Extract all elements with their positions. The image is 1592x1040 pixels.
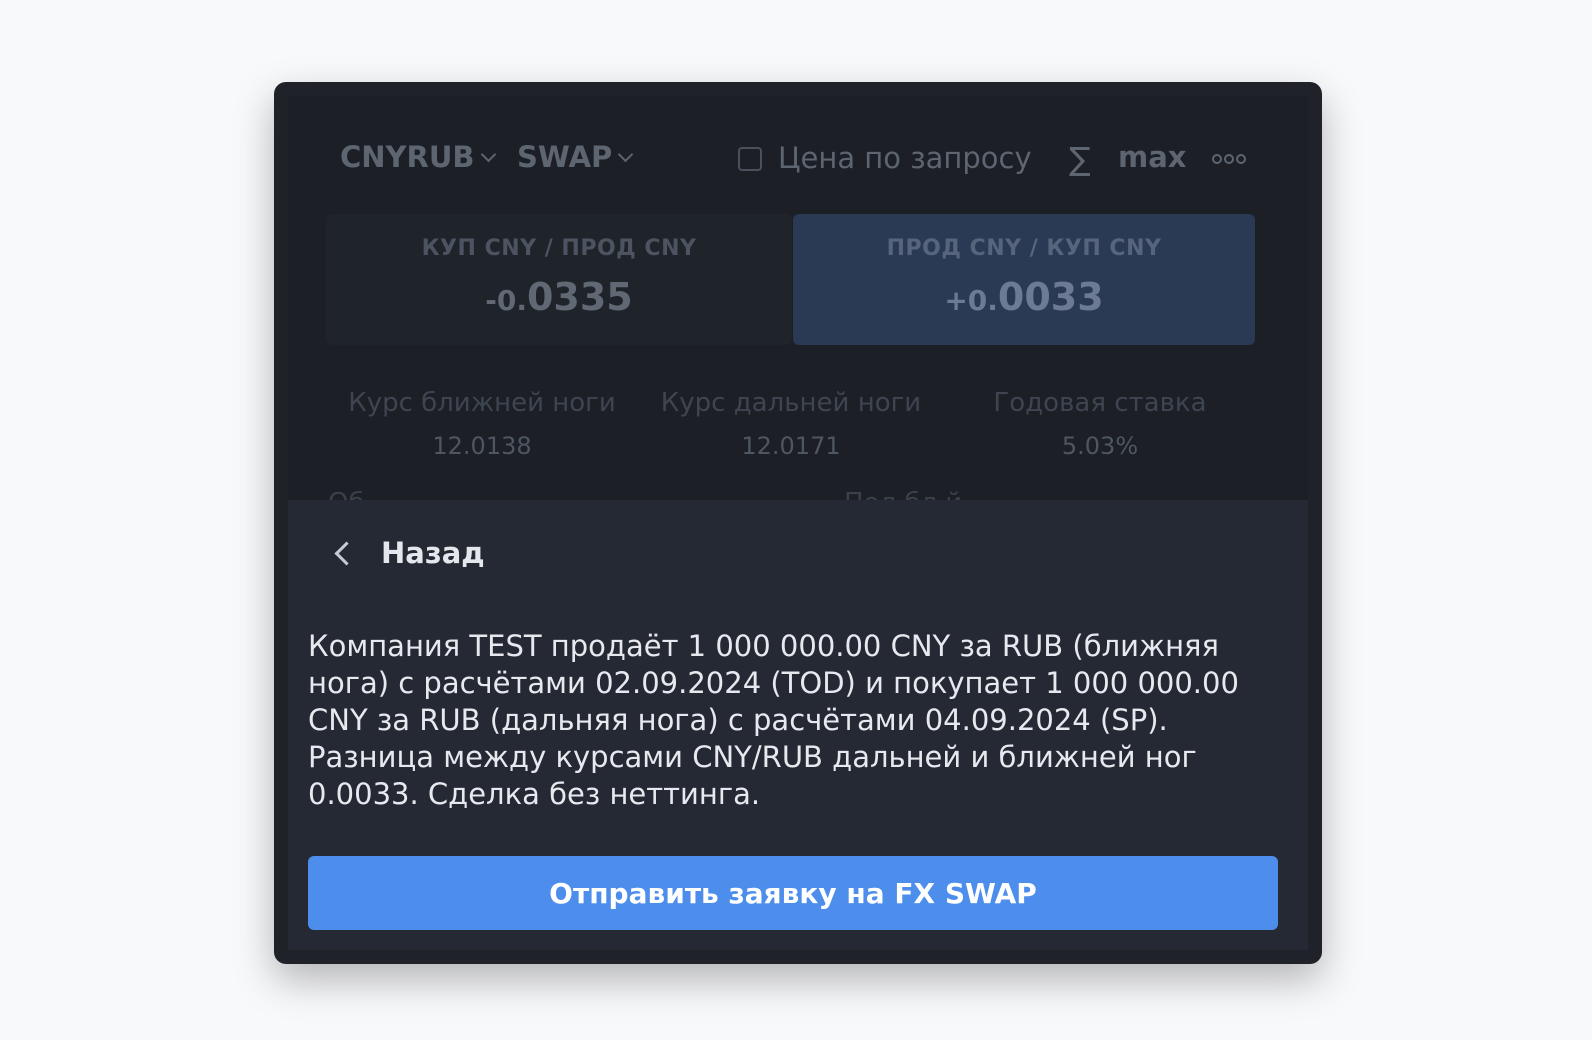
far-leg-rate: Курс дальней ноги 12.0171	[641, 388, 941, 460]
chevron-down-icon	[480, 146, 496, 162]
back-button[interactable]: Назад	[330, 536, 485, 570]
sell-side-label: ПРОД CNY / КУП CNY	[886, 236, 1162, 261]
far-leg-rate-label: Курс дальней ноги	[660, 388, 922, 418]
buy-side-button[interactable]: КУП CNY / ПРОД CNY -0.0335	[326, 214, 792, 345]
deal-description: Компания TEST продаёт 1 000 000.00 CNY з…	[308, 629, 1239, 811]
sell-side-button[interactable]: ПРОД CNY / КУП CNY +0.0033	[793, 214, 1255, 345]
hidden-field-label-left: Об	[328, 488, 365, 500]
rfq-checkbox[interactable]	[738, 147, 762, 171]
confirmation-sheet: Назад Компания TEST продаёт 1 000 000.00…	[288, 500, 1308, 950]
near-leg-rate-value: 12.0138	[432, 432, 532, 460]
back-label: Назад	[381, 536, 485, 570]
rfq-label: Цена по запросу	[778, 141, 1032, 175]
annual-rate-label: Годовая ставка	[993, 388, 1207, 418]
hidden-field-label-right: Пол бл й	[844, 488, 962, 500]
product-label: SWAP	[517, 140, 613, 174]
submit-fx-swap-button[interactable]: Отправить заявку на FX SWAP	[308, 856, 1278, 930]
annual-rate: Годовая ставка 5.03%	[950, 388, 1250, 460]
annual-rate-value: 5.03%	[1061, 432, 1139, 460]
pair-label: CNYRUB	[340, 140, 475, 174]
more-options-icon[interactable]	[1212, 154, 1246, 164]
trade-ticket-dimmed: CNYRUB SWAP Цена по запросу ∑ max КУП CN…	[288, 96, 1308, 500]
chevron-left-icon	[334, 540, 359, 566]
buy-side-label: КУП CNY / ПРОД CNY	[421, 236, 697, 261]
near-leg-rate-label: Курс ближней ноги	[348, 388, 616, 418]
fx-swap-widget: CNYRUB SWAP Цена по запросу ∑ max КУП CN…	[274, 82, 1322, 964]
sigma-icon[interactable]: ∑	[1069, 140, 1091, 178]
near-leg-rate: Курс ближней ноги 12.0138	[332, 388, 632, 460]
sell-side-price: +0.0033	[944, 275, 1104, 319]
chevron-down-icon	[618, 146, 634, 162]
pair-selector[interactable]: CNYRUB	[340, 140, 496, 174]
far-leg-rate-value: 12.0171	[741, 432, 841, 460]
product-selector[interactable]: SWAP	[517, 140, 634, 174]
buy-side-price: -0.0335	[485, 275, 633, 319]
max-button[interactable]: max	[1118, 140, 1187, 174]
